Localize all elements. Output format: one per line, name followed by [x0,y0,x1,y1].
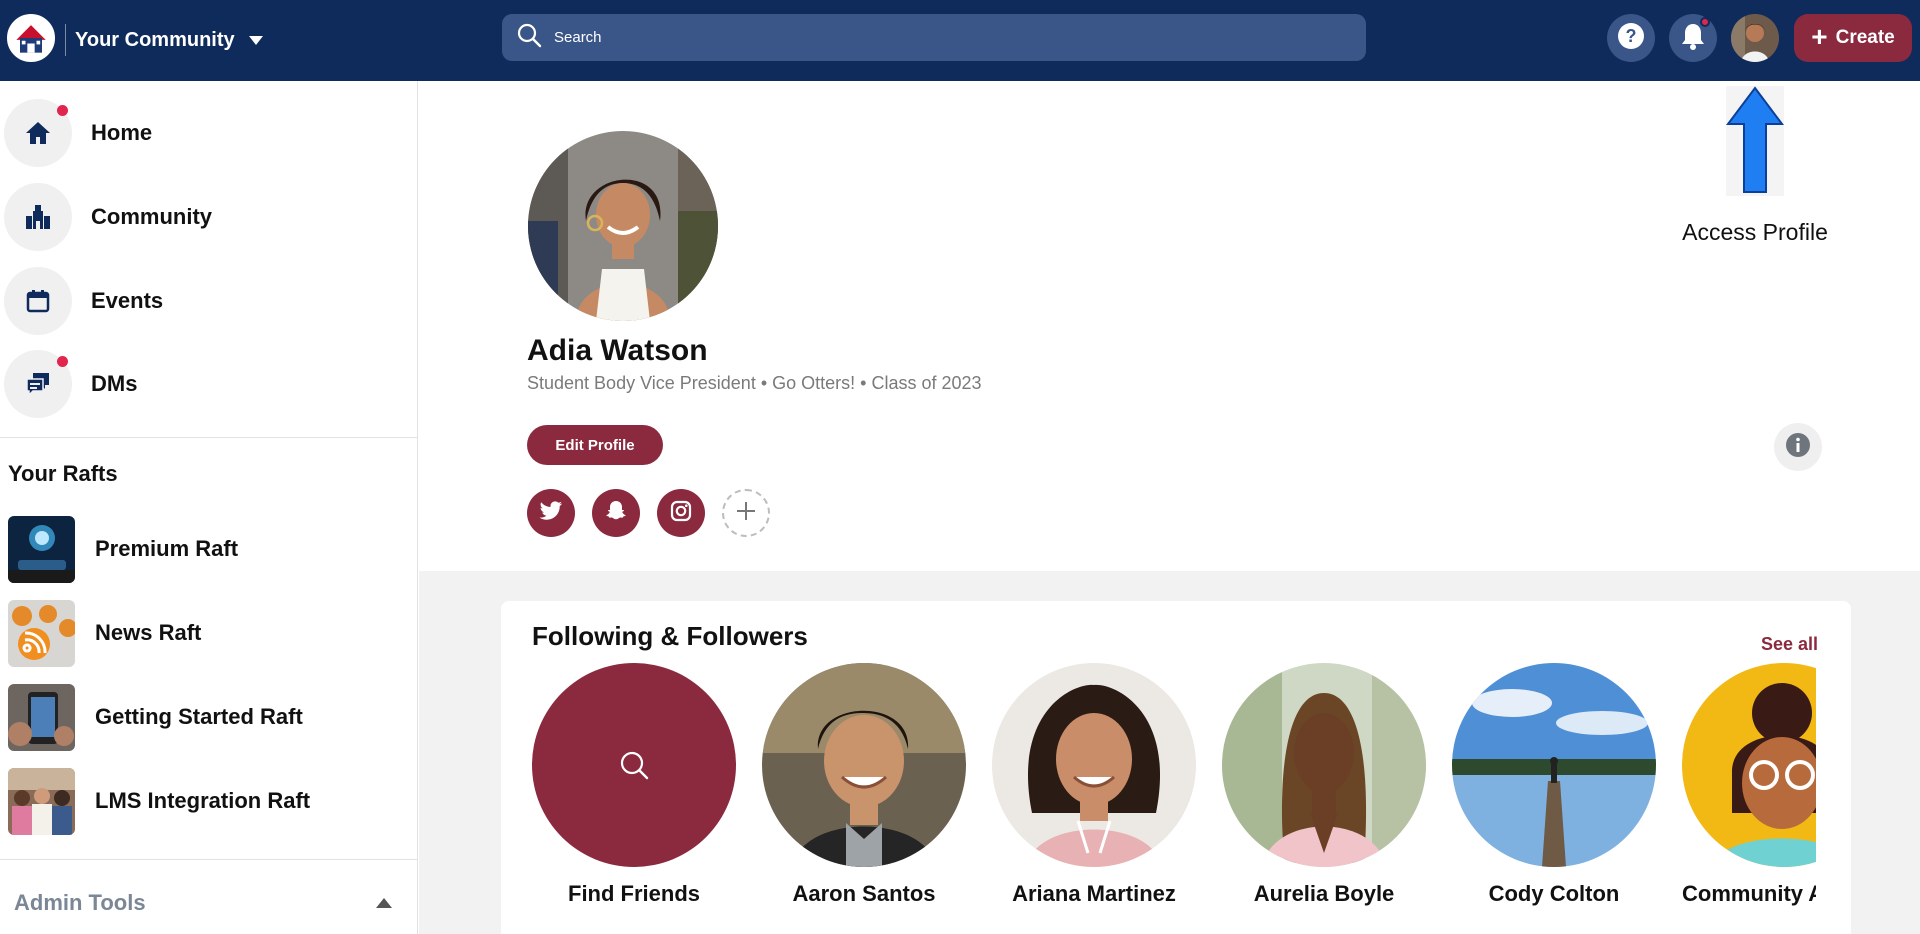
sidebar-item-label: Community [91,204,212,229]
search-icon [516,22,542,53]
person-avatar [762,663,966,867]
raft-thumbnail [8,515,75,583]
sidebar-divider [0,859,418,860]
sidebar-item-dms[interactable]: DMs [4,349,404,419]
instagram-button[interactable] [657,489,705,537]
raft-label: Premium Raft [95,536,239,561]
sidebar-item-label: Home [91,120,153,145]
person-avatar [1452,663,1656,867]
following-followers-card: Following & Followers See all Find Frien… [501,601,1851,934]
person-avatar [1682,663,1816,867]
person-avatar [992,663,1196,867]
annotation-label: Access Profile [1682,219,1828,245]
sidebar-item-label: DMs [91,371,138,396]
person-item-cody-colton[interactable]: Cody Colton [1449,663,1659,907]
profile-card: Adia Watson Student Body Vice President … [419,81,1920,571]
svg-text:?: ? [1626,26,1637,46]
person-avatar [1222,663,1426,867]
question-circle-icon: ? [1616,21,1646,56]
admin-tools-toggle[interactable]: Admin Tools [14,890,394,916]
search-icon [618,749,650,781]
person-name: Ariana Martinez [1012,881,1176,906]
logo-divider [65,24,66,56]
snapchat-icon [604,499,628,528]
person-name: Find Friends [568,881,700,906]
community-switcher[interactable]: Your Community [75,24,263,56]
profile-info-button[interactable] [1774,423,1822,471]
person-name: Community A [1682,881,1816,906]
sidebar-item-events[interactable]: Events [4,266,404,336]
plus-icon: + [1811,20,1828,52]
person-item-ariana-martinez[interactable]: Ariana Martinez [989,663,1199,907]
twitter-icon [539,500,563,526]
community-name: Your Community [75,28,235,51]
raft-thumbnail [8,683,75,751]
home-icon [4,99,72,167]
calendar-icon [4,267,72,335]
raft-label: Getting Started Raft [95,704,303,729]
person-item-community-a[interactable]: Community A [1682,663,1816,907]
person-name: Cody Colton [1488,881,1620,906]
add-icon [735,500,757,527]
see-all-link[interactable]: See all [1761,634,1818,655]
raft-thumbnail [8,599,75,667]
add-social-button[interactable] [722,489,770,537]
raft-label: News Raft [95,620,202,645]
profile-photo[interactable] [528,131,718,321]
raft-item-premium[interactable]: Premium Raft [8,515,408,583]
annotation-arrow-up-icon [1726,86,1784,196]
admin-tools-label: Admin Tools [14,890,146,915]
create-button[interactable]: + Create [1794,14,1912,62]
raft-thumbnail [8,767,75,835]
raft-item-news[interactable]: News Raft [8,599,408,667]
profile-bio: Student Body Vice President • Go Otters!… [527,373,982,393]
community-icon [4,183,72,251]
raft-item-getting-started[interactable]: Getting Started Raft [8,683,408,751]
person-item-aaron-santos[interactable]: Aaron Santos [759,663,969,907]
raft-label: LMS Integration Raft [95,788,311,813]
sidebar-divider [0,437,418,438]
twitter-button[interactable] [527,489,575,537]
notifications-button[interactable] [1669,14,1717,62]
unread-dot [57,356,68,367]
raft-item-lms-integration[interactable]: LMS Integration Raft [8,767,408,835]
sidebar: Home Community Events DMs Your Rafts Pre… [0,81,418,934]
chevron-up-icon [376,898,392,908]
info-icon [1785,432,1811,463]
find-friends-circle [532,663,736,867]
chevron-down-icon [248,35,263,45]
community-logo[interactable] [7,14,55,62]
find-friends-item[interactable]: Find Friends [529,663,739,907]
snapchat-button[interactable] [592,489,640,537]
top-bar: Your Community ? + Create [0,0,1920,81]
create-label: Create [1835,27,1895,48]
main-content: Adia Watson Student Body Vice President … [419,81,1920,934]
search-bar[interactable] [502,14,1366,61]
sidebar-item-community[interactable]: Community [4,182,404,252]
search-input[interactable] [554,29,1334,46]
chat-icon [4,350,72,418]
edit-profile-button[interactable]: Edit Profile [527,425,663,465]
user-avatar[interactable] [1731,14,1779,62]
person-name: Aurelia Boyle [1253,881,1395,906]
help-button[interactable]: ? [1607,14,1655,62]
following-title: Following & Followers [532,621,808,651]
sidebar-item-label: Events [91,288,164,313]
unread-dot [57,105,68,116]
profile-name: Adia Watson [527,334,708,367]
person-name: Aaron Santos [792,881,936,906]
sidebar-item-home[interactable]: Home [4,98,404,168]
rafts-heading: Your Rafts [8,461,118,486]
person-item-aurelia-boyle[interactable]: Aurelia Boyle [1219,663,1429,907]
instagram-icon [670,500,692,527]
notification-badge [1700,17,1710,27]
